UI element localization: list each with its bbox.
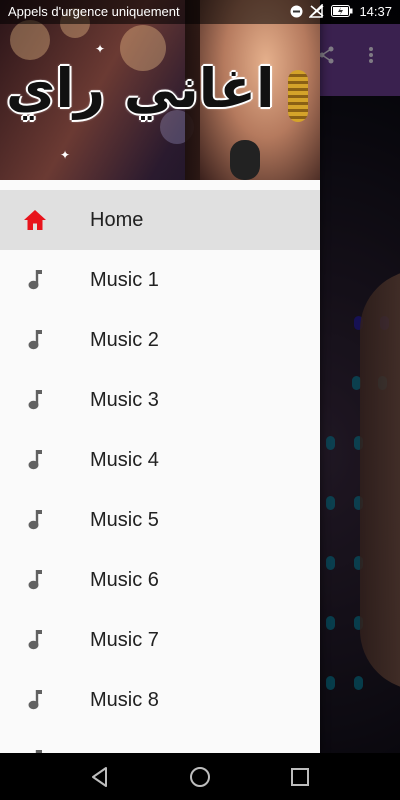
music-note-icon (28, 630, 42, 650)
status-time: 14:37 (359, 3, 392, 19)
menu-item-music-7[interactable]: Music 7 (0, 610, 320, 670)
menu-item-music-8[interactable]: Music 8 (0, 670, 320, 730)
menu-item-label: Music 4 (90, 449, 159, 471)
menu-item-music-6[interactable]: Music 6 (0, 550, 320, 610)
navigation-drawer: ✦ ✦ ✦ اغاني راي Home Music 1 Music 2 Mus… (0, 0, 320, 753)
music-note-icon (28, 270, 42, 290)
menu-item-music-3[interactable]: Music 3 (0, 370, 320, 430)
menu-item-partial[interactable] (0, 730, 320, 753)
status-bar: Appels d'urgence uniquement 14:37 (0, 0, 400, 24)
menu-item-label: Home (90, 209, 144, 231)
menu-item-label: Music 6 (90, 569, 159, 591)
menu-item-label: Music 8 (90, 689, 159, 711)
menu-item-home[interactable]: Home (0, 190, 320, 250)
music-note-icon (28, 390, 42, 410)
menu-item-label: Music 5 (90, 509, 159, 531)
battery-icon (331, 3, 353, 19)
music-note-icon (28, 690, 42, 710)
menu-item-music-2[interactable]: Music 2 (0, 310, 320, 370)
drawer-title: اغاني راي (6, 57, 275, 120)
dnd-icon (290, 3, 303, 19)
music-note-icon (28, 570, 42, 590)
music-note-icon (28, 510, 42, 530)
menu-item-music-4[interactable]: Music 4 (0, 430, 320, 490)
menu-item-label: Music 1 (90, 269, 159, 291)
music-note-icon (28, 450, 42, 470)
menu-item-music-1[interactable]: Music 1 (0, 250, 320, 310)
home-circle-icon[interactable] (188, 765, 212, 789)
drawer-menu: Home Music 1 Music 2 Music 3 Music 4 Mus… (0, 190, 320, 753)
menu-item-label: Music 7 (90, 629, 159, 651)
music-note-icon (28, 330, 42, 350)
menu-item-label: Music 2 (90, 329, 159, 351)
signal-off-icon (309, 3, 325, 19)
home-icon (24, 210, 46, 230)
back-icon[interactable] (88, 765, 112, 789)
drawer-header: ✦ ✦ ✦ اغاني راي (0, 0, 320, 180)
system-nav-bar (0, 753, 400, 800)
status-notice: Appels d'urgence uniquement (8, 4, 180, 19)
recents-icon[interactable] (288, 765, 312, 789)
menu-item-label: Music 3 (90, 389, 159, 411)
menu-item-music-5[interactable]: Music 5 (0, 490, 320, 550)
